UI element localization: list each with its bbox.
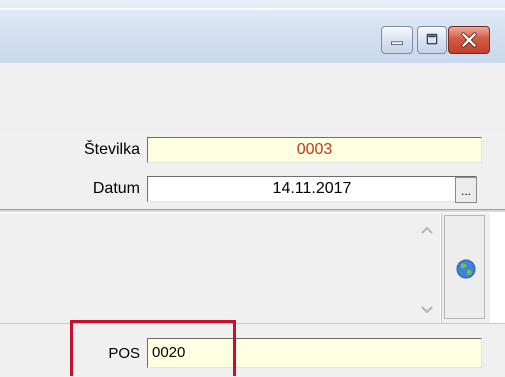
highlight-box <box>70 320 236 376</box>
maximize-button[interactable] <box>417 26 447 54</box>
maximize-icon <box>426 33 438 45</box>
close-icon <box>461 32 477 48</box>
date-picker-button[interactable]: ... <box>455 177 477 203</box>
stevilka-field[interactable]: 0003 <box>147 137 482 163</box>
scroll-down-icon[interactable] <box>420 305 434 315</box>
toolbar-area <box>0 63 505 132</box>
datum-label: Datum <box>92 180 140 197</box>
globe-icon <box>456 259 476 279</box>
close-button[interactable] <box>448 26 490 54</box>
minimize-icon <box>391 41 403 46</box>
stevilka-label: Številka <box>83 141 140 158</box>
datum-field[interactable]: 14.11.2017 <box>147 176 477 202</box>
notes-scrollbar[interactable] <box>388 215 440 321</box>
scroll-up-icon[interactable] <box>420 225 434 235</box>
title-bar-highlight <box>0 8 505 10</box>
minimize-button[interactable] <box>381 26 413 54</box>
globe-button[interactable] <box>444 215 485 319</box>
notes-area[interactable] <box>0 213 440 323</box>
window-title-bar[interactable] <box>0 0 505 64</box>
